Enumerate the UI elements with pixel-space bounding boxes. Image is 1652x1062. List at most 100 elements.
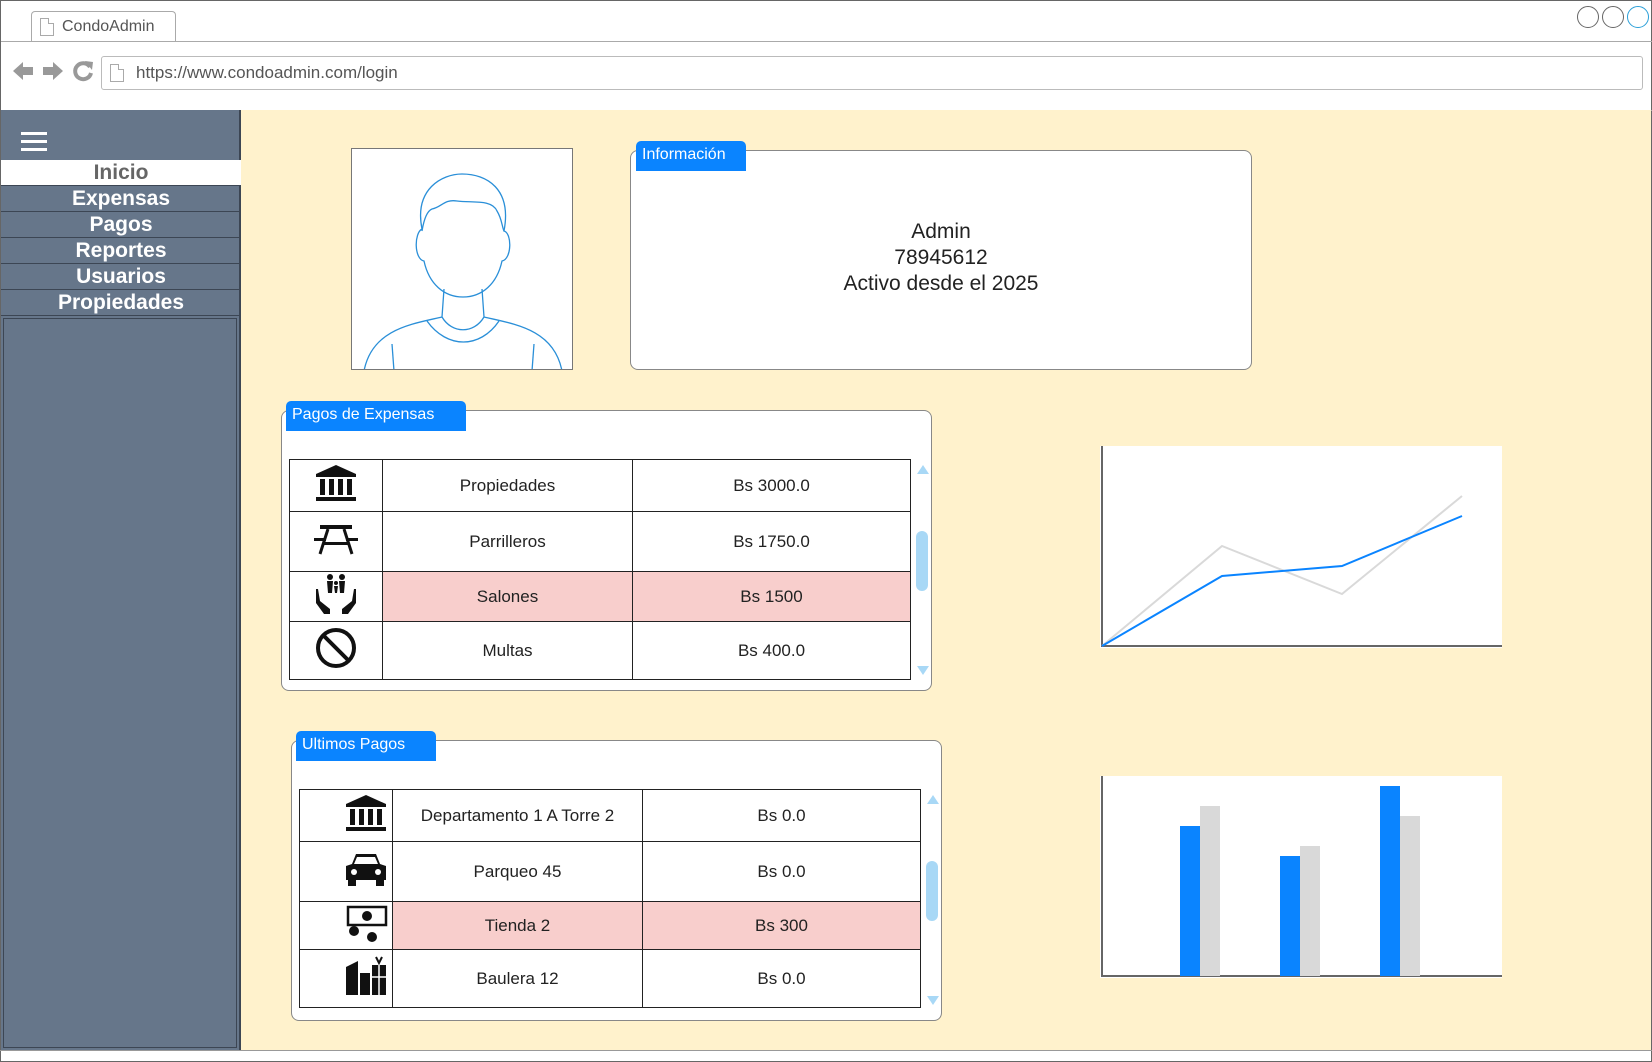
bank-icon bbox=[346, 795, 386, 831]
row-amount: Bs 0.0 bbox=[642, 949, 921, 1008]
line-chart-svg bbox=[1101, 446, 1502, 647]
pagos-expensas-panel: Pagos de Expensas Propiedades Bs 3000.0 bbox=[281, 401, 932, 691]
line-series-0 bbox=[1101, 515, 1463, 647]
pagos-expensas-table: Propiedades Bs 3000.0 Parrilleros Bs 175… bbox=[289, 459, 911, 680]
scroll-down-icon[interactable] bbox=[927, 996, 939, 1005]
main-content: Información Admin 78945612 Activo desde … bbox=[241, 110, 1651, 1050]
storage-icon bbox=[346, 956, 386, 995]
table-row[interactable]: Parqueo 45 Bs 0.0 bbox=[299, 841, 921, 902]
avatar bbox=[351, 148, 573, 370]
row-icon-cell bbox=[289, 459, 383, 512]
row-name: Propiedades bbox=[382, 459, 633, 512]
sidebar-empty-area bbox=[3, 318, 237, 1048]
bank-icon bbox=[316, 465, 356, 501]
scroll-up-icon[interactable] bbox=[927, 795, 939, 804]
row-icon-cell bbox=[299, 841, 393, 902]
close-button[interactable] bbox=[1627, 6, 1649, 28]
scroll-thumb[interactable] bbox=[926, 861, 938, 921]
row-icon-cell bbox=[299, 789, 393, 842]
bar-2-series-1 bbox=[1400, 816, 1420, 976]
navigation-controls bbox=[11, 59, 95, 83]
back-arrow-icon[interactable] bbox=[11, 59, 35, 83]
forward-arrow-icon[interactable] bbox=[41, 59, 65, 83]
line-chart bbox=[1100, 446, 1502, 648]
pagos-expensas-title: Pagos de Expensas bbox=[286, 401, 466, 431]
row-icon-cell bbox=[289, 511, 383, 572]
row-name: Departamento 1 A Torre 2 bbox=[392, 789, 643, 842]
pagos-expensas-scrollbar[interactable] bbox=[914, 459, 932, 681]
bar-2-series-0 bbox=[1380, 786, 1400, 976]
browser-tab[interactable]: CondoAdmin bbox=[31, 11, 176, 41]
hamburger-menu-icon[interactable] bbox=[21, 132, 47, 152]
table-row[interactable]: Parrilleros Bs 1750.0 bbox=[289, 511, 911, 572]
tab-strip-divider bbox=[1, 41, 1652, 42]
reload-icon[interactable] bbox=[71, 59, 95, 83]
page-icon bbox=[110, 64, 124, 82]
family-care-icon bbox=[316, 574, 356, 614]
info-panel: Información Admin 78945612 Activo desde … bbox=[630, 141, 1252, 370]
row-icon-cell bbox=[299, 901, 393, 950]
restore-button[interactable] bbox=[1602, 6, 1624, 28]
window-controls bbox=[1577, 6, 1649, 28]
admin-phone: 78945612 bbox=[894, 246, 988, 269]
sidebar: Inicio Expensas Pagos Reportes Usuarios … bbox=[1, 110, 241, 1050]
table-row[interactable]: Propiedades Bs 3000.0 bbox=[289, 459, 911, 512]
row-icon-cell bbox=[289, 571, 383, 622]
car-icon bbox=[346, 854, 386, 886]
row-amount: Bs 3000.0 bbox=[632, 459, 911, 512]
sidebar-item-propiedades[interactable]: Propiedades bbox=[1, 290, 241, 316]
bar-chart-svg bbox=[1101, 776, 1502, 977]
table-row[interactable]: Departamento 1 A Torre 2 Bs 0.0 bbox=[299, 789, 921, 842]
row-icon-cell bbox=[289, 621, 383, 680]
row-name: Parrilleros bbox=[382, 511, 633, 572]
scroll-thumb[interactable] bbox=[916, 531, 928, 591]
row-name: Multas bbox=[382, 621, 633, 680]
tab-title: CondoAdmin bbox=[62, 17, 155, 35]
sidebar-item-usuarios[interactable]: Usuarios bbox=[1, 264, 241, 290]
row-name: Tienda 2 bbox=[392, 901, 643, 950]
admin-name: Admin bbox=[911, 220, 971, 243]
row-name: Parqueo 45 bbox=[392, 841, 643, 902]
minimize-button[interactable] bbox=[1577, 6, 1599, 28]
row-amount: Bs 0.0 bbox=[642, 841, 921, 902]
ultimos-pagos-scrollbar[interactable] bbox=[924, 789, 942, 1011]
row-amount: Bs 400.0 bbox=[632, 621, 911, 680]
bar-chart bbox=[1100, 776, 1502, 978]
admin-since: Activo desde el 2025 bbox=[843, 272, 1039, 295]
table-row[interactable]: Multas Bs 400.0 bbox=[289, 621, 911, 680]
picnic-table-icon bbox=[314, 525, 358, 555]
row-name: Salones bbox=[382, 571, 633, 622]
bar-1-series-0 bbox=[1280, 856, 1300, 976]
row-amount: Bs 1500 bbox=[632, 571, 911, 622]
scroll-up-icon[interactable] bbox=[917, 465, 929, 474]
bar-0-series-1 bbox=[1200, 806, 1220, 976]
currency-exchange-icon bbox=[346, 905, 388, 942]
table-row[interactable]: Baulera 12 Bs 0.0 bbox=[299, 949, 921, 1008]
ultimos-pagos-title: Ultimos Pagos bbox=[296, 731, 436, 761]
address-bar[interactable]: https://www.condoadmin.com/login bbox=[101, 56, 1643, 90]
prohibited-icon bbox=[316, 628, 356, 668]
line-chart-axes bbox=[1101, 446, 1502, 647]
table-row[interactable]: Salones Bs 1500 bbox=[289, 571, 911, 622]
row-name: Baulera 12 bbox=[392, 949, 643, 1008]
user-silhouette-icon bbox=[363, 173, 563, 369]
row-amount: Bs 0.0 bbox=[642, 789, 921, 842]
sidebar-item-pagos[interactable]: Pagos bbox=[1, 212, 241, 238]
bar-0-series-0 bbox=[1180, 826, 1200, 976]
row-amount: Bs 300 bbox=[642, 901, 921, 950]
ultimos-pagos-table: Departamento 1 A Torre 2 Bs 0.0 Parqueo … bbox=[299, 789, 921, 1008]
sidebar-item-expensas[interactable]: Expensas bbox=[1, 186, 241, 212]
url-text[interactable]: https://www.condoadmin.com/login bbox=[136, 63, 398, 83]
bar-1-series-1 bbox=[1300, 846, 1320, 976]
info-panel-title: Información bbox=[636, 141, 746, 171]
sidebar-item-reportes[interactable]: Reportes bbox=[1, 238, 241, 264]
scroll-down-icon[interactable] bbox=[917, 666, 929, 675]
ultimos-pagos-panel: Ultimos Pagos Departamento 1 A Torre 2 B… bbox=[291, 731, 942, 1021]
row-icon-cell bbox=[299, 949, 393, 1008]
page-icon bbox=[40, 17, 54, 36]
sidebar-item-inicio[interactable]: Inicio bbox=[1, 160, 241, 186]
window-bottom-border bbox=[0, 1050, 1652, 1051]
row-amount: Bs 1750.0 bbox=[632, 511, 911, 572]
table-row[interactable]: Tienda 2 Bs 300 bbox=[299, 901, 921, 950]
info-details: Admin 78945612 Activo desde el 2025 bbox=[631, 219, 1251, 297]
